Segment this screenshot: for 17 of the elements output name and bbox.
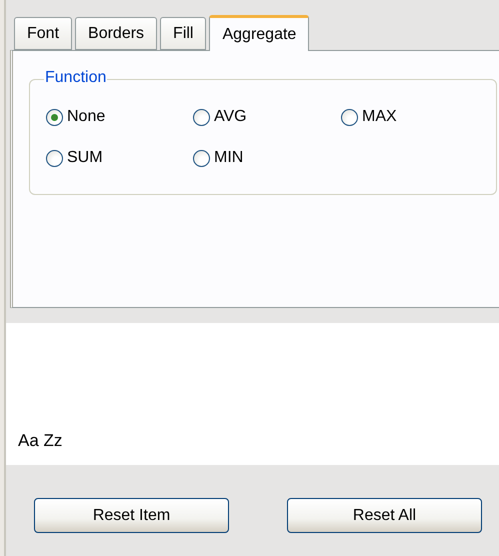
radio-label[interactable]: None [67, 108, 106, 126]
radio-label[interactable]: MAX [362, 108, 397, 126]
radio-button[interactable] [193, 150, 210, 166]
radio-button[interactable] [46, 108, 63, 126]
sample-text: Aa Zz [18, 431, 62, 451]
radio-button[interactable] [193, 108, 210, 126]
radio-button[interactable] [341, 108, 358, 126]
radio-button[interactable] [46, 150, 63, 166]
radio-label[interactable]: SUM [67, 149, 103, 167]
radio-label[interactable]: AVG [214, 108, 247, 126]
tab[interactable]: Fill [160, 17, 206, 50]
reset-button[interactable]: Reset Item [34, 498, 229, 533]
tab[interactable]: Borders [75, 17, 158, 50]
tab[interactable]: Font [14, 17, 72, 50]
tab[interactable]: Aggregate [209, 15, 310, 51]
radio-label[interactable]: MIN [214, 149, 244, 167]
reset-button[interactable]: Reset All [287, 498, 482, 533]
